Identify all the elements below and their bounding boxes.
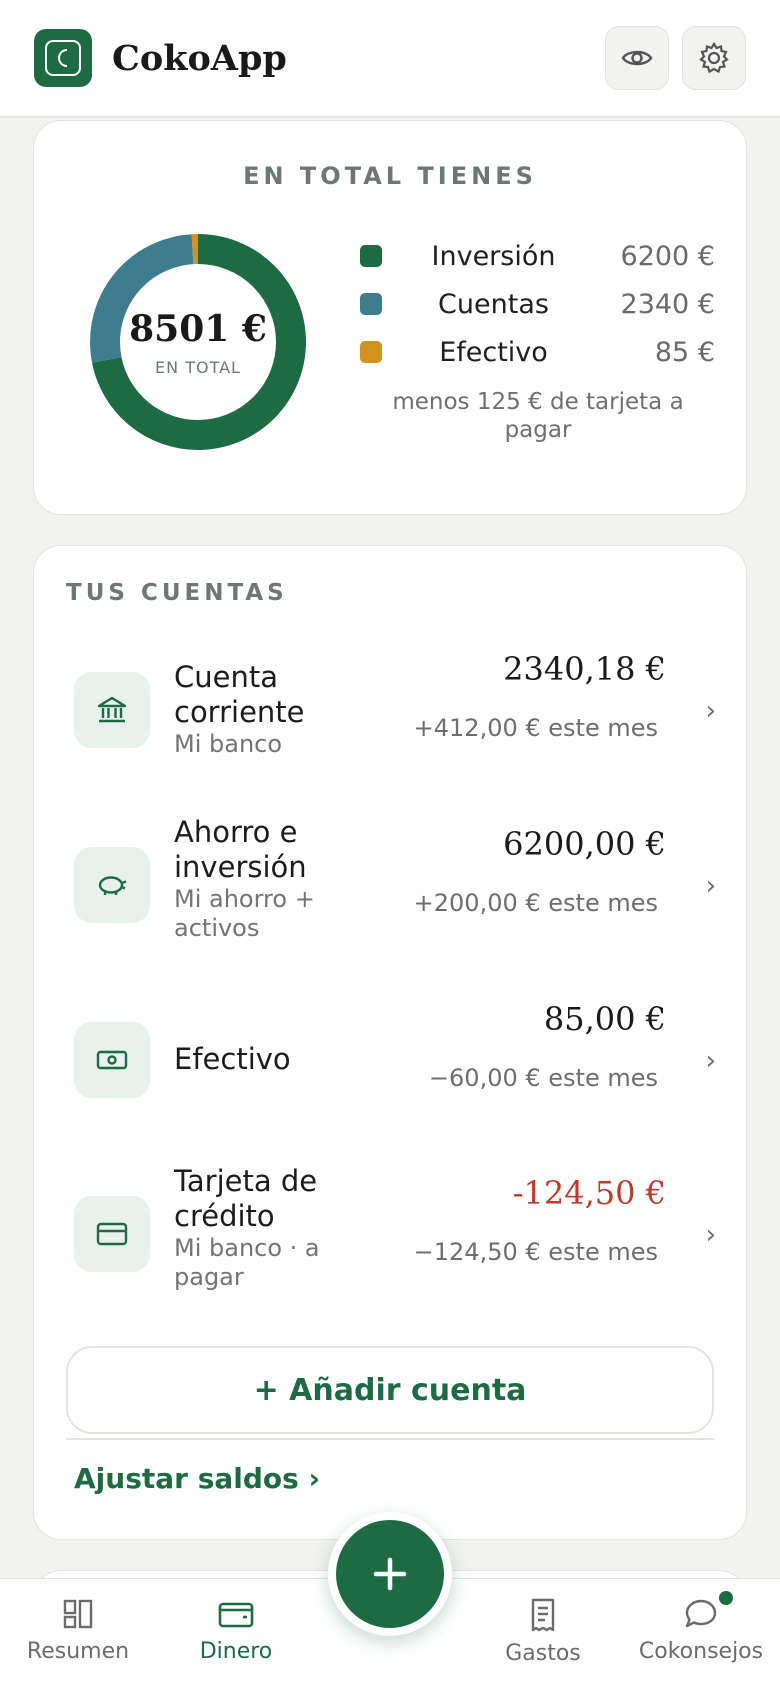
adjust-balances-link[interactable]: Ajustar saldos › — [74, 1462, 320, 1495]
moon-logo-icon — [58, 49, 68, 67]
account-balance: 2340,18 € — [503, 650, 666, 688]
chevron-right-icon: › — [705, 1220, 716, 1250]
add-transaction-button[interactable] — [328, 1512, 452, 1636]
nav-label: Dinero — [199, 1639, 273, 1664]
account-name: Tarjeta de crédito — [174, 1164, 318, 1233]
account-icon-box — [74, 1196, 150, 1272]
gear-icon — [699, 41, 729, 74]
notification-dot — [719, 1591, 733, 1605]
account-balance: -124,50 € — [512, 1174, 666, 1212]
app-logo — [34, 29, 92, 87]
account-balance: 6200,00 € — [503, 825, 666, 863]
legend-value: 6200 € — [620, 240, 715, 272]
account-subtitle: Mi ahorro + activos — [174, 885, 315, 942]
divider — [66, 1438, 714, 1440]
eye-icon — [621, 50, 653, 66]
account-row-efectivo[interactable]: Efectivo 85,00 € −60,00 € este mes › — [66, 990, 716, 1140]
account-monthly-change: +200,00 € este mes — [413, 889, 658, 917]
account-name: Ahorro e inversión — [174, 815, 307, 884]
card-debt-note: menos 125 € de tarjeta a pagar — [392, 389, 684, 443]
account-icon-box — [74, 672, 150, 748]
chevron-right-icon: › — [705, 696, 716, 726]
account-monthly-change: +412,00 € este mes — [413, 714, 658, 742]
account-row-ahorro-inversion[interactable]: Ahorro e inversión Mi ahorro + activos 6… — [66, 815, 716, 965]
piggy-bank-icon — [98, 876, 127, 895]
cash-icon — [96, 1050, 128, 1070]
chevron-right-icon: › — [705, 1046, 716, 1076]
chevron-right-icon: › — [705, 871, 716, 901]
nav-item-dinero[interactable]: Dinero — [161, 1579, 311, 1688]
app-header: CokoApp — [0, 0, 780, 118]
account-subtitle: Mi banco · a pagar — [174, 1234, 320, 1291]
legend-label: Efectivo — [439, 336, 548, 368]
total-amount: 8501 € — [129, 307, 267, 350]
wallet-icon — [218, 1602, 254, 1628]
accounts-heading: TUS CUENTAS — [66, 580, 288, 606]
account-subtitle: Mi banco — [174, 730, 283, 758]
legend-swatch-cuentas — [360, 293, 382, 315]
account-icon-box — [74, 1022, 150, 1098]
chart-legend: Inversión 6200 € Cuentas 2340 € Efectivo… — [360, 232, 715, 376]
settings-button[interactable] — [682, 26, 746, 90]
account-icon-box — [74, 847, 150, 923]
legend-item-inversion: Inversión 6200 € — [360, 232, 715, 280]
account-balance: 85,00 € — [543, 1000, 666, 1038]
summary-icon — [63, 1599, 93, 1629]
app-title: CokoApp — [112, 37, 287, 79]
legend-swatch-inversion — [360, 245, 382, 267]
bank-icon — [97, 696, 127, 723]
account-name: Cuenta corriente — [174, 660, 305, 729]
account-row-tarjeta-credito[interactable]: Tarjeta de crédito Mi banco · a pagar -1… — [66, 1164, 716, 1316]
toggle-visibility-button[interactable] — [605, 26, 669, 90]
nav-item-cokonsejos[interactable]: Cokonsejos — [626, 1579, 776, 1688]
nav-label: Gastos — [505, 1641, 581, 1666]
nav-label: Cokonsejos — [638, 1639, 764, 1664]
legend-label: Cuentas — [438, 288, 549, 320]
receipt-icon — [531, 1598, 555, 1632]
legend-value: 2340 € — [620, 288, 715, 320]
legend-value: 85 € — [654, 336, 715, 368]
legend-swatch-efectivo — [360, 341, 382, 363]
account-name: Efectivo — [174, 1042, 291, 1076]
total-heading: EN TOTAL TIENES — [243, 162, 537, 190]
plus-icon — [373, 1557, 407, 1591]
legend-label: Inversión — [431, 240, 556, 272]
credit-card-icon — [96, 1222, 128, 1246]
nav-label: Resumen — [26, 1639, 130, 1664]
legend-item-efectivo: Efectivo 85 € — [360, 328, 715, 376]
nav-item-gastos[interactable]: Gastos — [468, 1579, 618, 1688]
add-account-button[interactable]: + Añadir cuenta — [66, 1346, 714, 1434]
chat-bubble-icon — [685, 1599, 717, 1628]
account-monthly-change: −124,50 € este mes — [413, 1238, 658, 1266]
account-row-cuenta-corriente[interactable]: Cuenta corriente Mi banco 2340,18 € +412… — [66, 640, 716, 790]
legend-item-cuentas: Cuentas 2340 € — [360, 280, 715, 328]
total-amount-caption: EN TOTAL — [155, 357, 241, 377]
account-monthly-change: −60,00 € este mes — [428, 1064, 658, 1092]
nav-item-resumen[interactable]: Resumen — [3, 1579, 153, 1688]
